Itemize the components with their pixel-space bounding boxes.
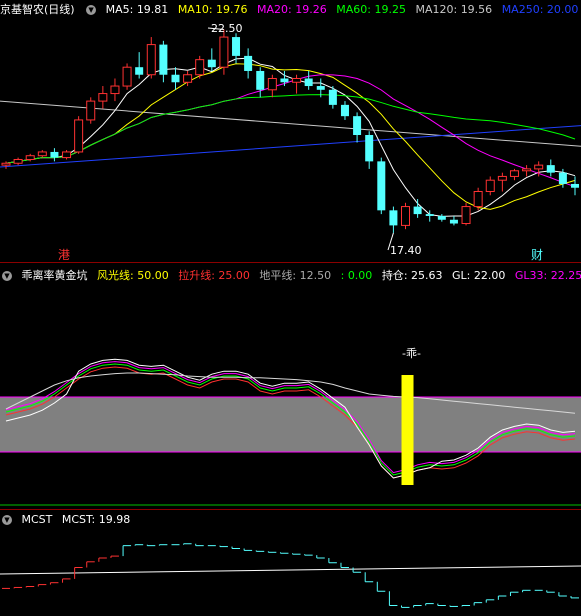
- fengguang-label: 风光线: 50.00: [97, 269, 169, 282]
- candle-body: [207, 59, 216, 68]
- right-marker[interactable]: 财: [531, 246, 543, 263]
- candle-body: [473, 191, 483, 208]
- candle-body: [389, 210, 398, 226]
- candle-body: [135, 67, 144, 75]
- candle-body: [558, 172, 567, 184]
- candle-body: [522, 168, 532, 172]
- candle-body: [1, 162, 11, 166]
- candle-body: [280, 78, 289, 83]
- signal-bar: [401, 375, 414, 485]
- candle-body: [353, 116, 362, 135]
- candle-body: [413, 206, 422, 215]
- candle-body: [546, 165, 555, 173]
- candle-body: [340, 104, 349, 117]
- candle-body: [497, 175, 507, 181]
- candle-body: [86, 100, 96, 121]
- mcst-title[interactable]: MCST: [22, 513, 53, 526]
- mcst-panel-header: ▼ MCST MCST: 19.98: [0, 510, 581, 530]
- candle-body: [571, 183, 579, 188]
- candle-body: [401, 206, 411, 226]
- candle-body: [365, 135, 374, 162]
- signal-label: -乖-: [402, 347, 421, 360]
- candle-body: [25, 155, 35, 160]
- high-annotation: 22.50: [211, 22, 243, 35]
- candle-body: [485, 179, 495, 192]
- ma120-label: MA120: 19.56: [415, 3, 493, 16]
- candle-body: [219, 36, 229, 68]
- candle-body: [316, 86, 325, 90]
- bias-panel-header: ▼ 乖离率黄金坑 风光线: 50.00 拉升线: 25.00 地平线: 12.5…: [0, 266, 581, 286]
- ma250-label: MA250: 20.00: [501, 3, 579, 16]
- candle-body: [509, 170, 519, 177]
- price-panel[interactable]: 京基智农(日线) ▼ MA5: 19.81 MA10: 19.76 MA20: …: [0, 0, 581, 263]
- candle-body: [146, 44, 156, 76]
- gl33-label: GL33: 22.25: [514, 269, 581, 282]
- bias-panel[interactable]: ▼ 乖离率黄金坑 风光线: 50.00 拉升线: 25.00 地平线: 12.5…: [0, 263, 581, 510]
- bias-title[interactable]: 乖离率黄金坑: [22, 269, 88, 282]
- candle-body: [292, 78, 302, 83]
- lasheng-label: 拉升线: 25.00: [178, 269, 250, 282]
- candle-body: [425, 214, 434, 216]
- bias-chart[interactable]: [0, 263, 581, 510]
- collapse-icon[interactable]: ▼: [2, 271, 12, 281]
- ma20-line: [5, 74, 576, 188]
- candle-body: [377, 161, 386, 211]
- ma250-line: [0, 125, 581, 168]
- low-annotation: 17.40: [390, 244, 422, 257]
- collapse-icon[interactable]: ▼: [2, 515, 12, 525]
- candle-body: [304, 78, 313, 87]
- candle-body: [267, 78, 277, 91]
- chicang-label: 持仓: 25.63: [381, 269, 443, 282]
- stock-title[interactable]: 京基智农(日线): [0, 3, 75, 16]
- collapse-icon[interactable]: ▼: [86, 5, 97, 15]
- ma60-label: MA60: 19.25: [336, 3, 406, 16]
- dipingxian-label: 地平线: 12.50: [259, 269, 332, 282]
- candle-body: [328, 89, 337, 105]
- candle-body: [122, 66, 132, 87]
- gl-label: GL: 22.00: [452, 269, 506, 282]
- candle-body: [244, 55, 253, 71]
- candle-body: [50, 151, 59, 158]
- candle-body: [171, 74, 180, 83]
- candle-body: [13, 158, 23, 164]
- zero-label: : 0.00: [340, 269, 373, 282]
- candle-body: [232, 37, 241, 56]
- mcst-panel[interactable]: ▼ MCST MCST: 19.98: [0, 510, 581, 616]
- candle-body: [534, 164, 544, 170]
- candle-body: [62, 151, 72, 159]
- candle-body: [74, 119, 84, 153]
- candle-body: [110, 85, 120, 95]
- candle-body: [437, 215, 446, 220]
- candle-body: [461, 206, 471, 225]
- candle-body: [98, 93, 108, 102]
- candle-body: [37, 151, 47, 157]
- ma5-label: MA5: 19.81: [105, 3, 169, 16]
- ma10-label: MA10: 19.76: [177, 3, 248, 16]
- mcst-value-label: MCST: 19.98: [61, 513, 131, 526]
- candle-body: [256, 70, 265, 90]
- ma20-label: MA20: 19.26: [257, 3, 327, 16]
- price-panel-header: 京基智农(日线) ▼ MA5: 19.81 MA10: 19.76 MA20: …: [0, 0, 581, 20]
- candle-body: [195, 59, 205, 76]
- candle-body: [159, 44, 168, 75]
- candle-body: [183, 74, 193, 83]
- left-marker[interactable]: 港: [58, 246, 70, 263]
- candle-body: [449, 219, 458, 224]
- candlestick-chart[interactable]: [0, 0, 581, 263]
